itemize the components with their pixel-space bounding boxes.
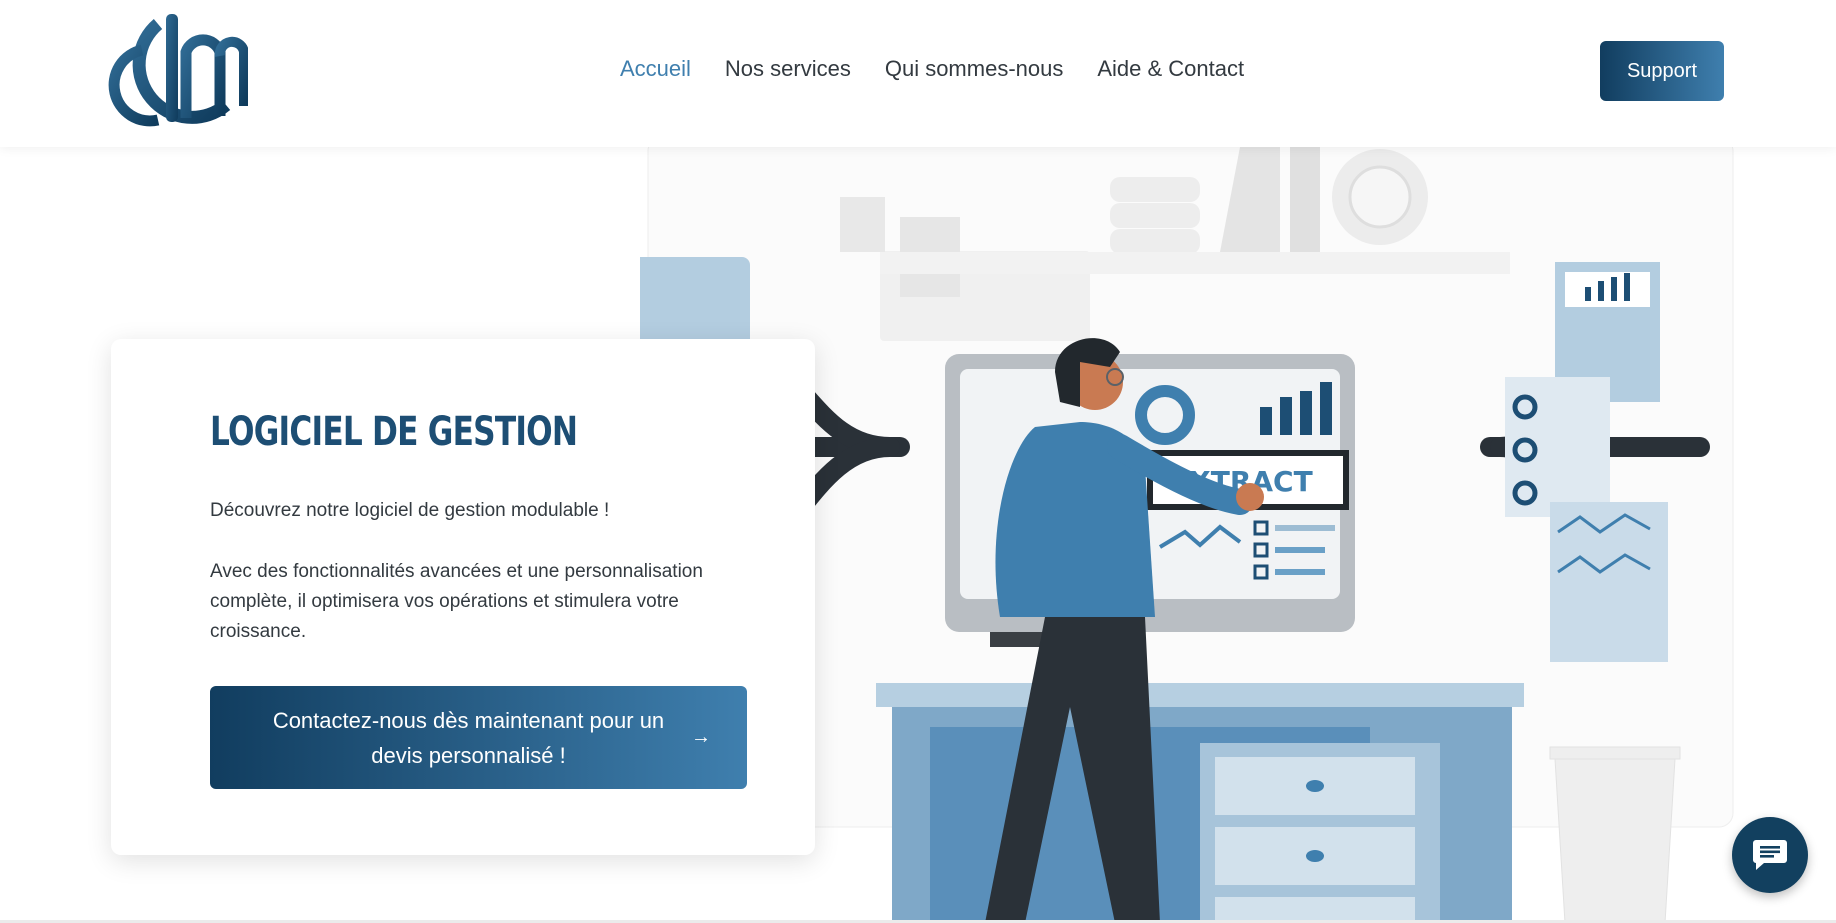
desk xyxy=(876,683,1524,923)
arrow-right-icon: → xyxy=(691,726,711,748)
chat-button[interactable] xyxy=(1732,817,1808,893)
site-header: Accueil Nos services Qui sommes-nous Aid… xyxy=(0,0,1836,147)
hero-card: LOGICIEL DE GESTION Découvrez notre logi… xyxy=(111,339,815,855)
nav-item-qui-sommes-nous[interactable]: Qui sommes-nous xyxy=(885,56,1064,82)
chat-bubble-icon xyxy=(1753,840,1787,870)
contact-cta-button[interactable]: Contactez-nous dès maintenant pour un de… xyxy=(210,686,747,789)
hero-intro: Découvrez notre logiciel de gestion modu… xyxy=(210,500,610,521)
hero-description: Avec des fonctionnalités avancées et une… xyxy=(210,561,703,642)
nav-item-aide-contact[interactable]: Aide & Contact xyxy=(1097,56,1244,82)
support-button[interactable]: Support xyxy=(1600,41,1724,101)
waste-basket xyxy=(1549,746,1681,923)
main-navigation: Accueil Nos services Qui sommes-nous Aid… xyxy=(620,56,1244,82)
nav-item-accueil[interactable]: Accueil xyxy=(620,56,691,82)
hero-title: LOGICIEL DE GESTION xyxy=(210,409,578,455)
nav-item-nos-services[interactable]: Nos services xyxy=(725,56,851,82)
company-logo[interactable] xyxy=(108,10,248,136)
cta-label: Contactez-nous dès maintenant pour un de… xyxy=(272,707,665,768)
